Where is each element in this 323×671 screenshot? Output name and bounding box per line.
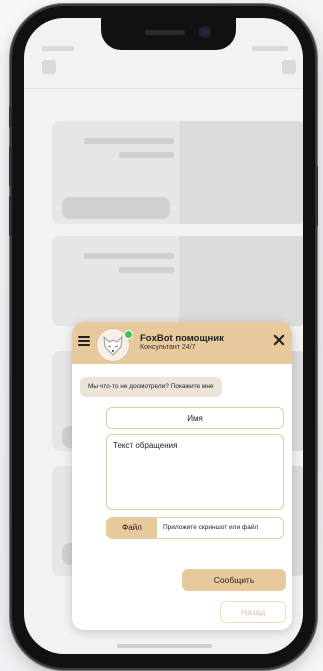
- file-hint: Приложите скриншот или файл: [163, 524, 259, 531]
- skeleton-card-1-button: [62, 197, 170, 219]
- skeleton-card-2-right: [179, 236, 303, 326]
- skeleton-divider: [24, 88, 303, 89]
- phone-side-button: [9, 106, 12, 128]
- phone-notch: [101, 18, 236, 50]
- home-indicator: [117, 644, 212, 648]
- bot-name: FoxBot помощник: [140, 333, 224, 344]
- phone-volume-up-button: [9, 146, 12, 186]
- name-input[interactable]: [106, 407, 284, 429]
- front-camera: [201, 28, 209, 36]
- skeleton-line-top-left: [42, 46, 74, 51]
- send-button[interactable]: Сообщить: [182, 569, 286, 591]
- bot-message-bubble: Мы что-то не досмотрели? Покажите мне: [80, 377, 222, 397]
- file-attach-control[interactable]: Файл Приложите скриншот или файл: [106, 517, 284, 539]
- file-button[interactable]: Файл: [107, 518, 157, 538]
- hamburger-icon[interactable]: [78, 336, 90, 346]
- speaker-grill: [145, 30, 185, 35]
- skeleton-card-2-line-2: [119, 267, 174, 273]
- bot-status: Консультант 24/7: [140, 344, 196, 351]
- skeleton-line-top-right: [252, 46, 288, 51]
- message-textarea[interactable]: [106, 434, 284, 510]
- online-status-dot: [124, 330, 133, 339]
- close-icon[interactable]: [272, 333, 286, 347]
- chat-header: FoxBot помощник Консультант 24/7: [72, 322, 292, 364]
- skeleton-square-right: [282, 60, 296, 74]
- chat-widget: FoxBot помощник Консультант 24/7 Мы что-…: [72, 322, 292, 630]
- phone-volume-down-button: [9, 196, 12, 236]
- skeleton-square-left: [42, 60, 56, 74]
- skeleton-card-2-line-1: [84, 253, 174, 259]
- skeleton-card-1-line-2: [119, 152, 174, 158]
- skeleton-card-2-left: [52, 236, 179, 326]
- phone-power-button: [315, 166, 318, 226]
- skeleton-card-1-line-1: [84, 138, 174, 144]
- back-button[interactable]: Назад: [220, 601, 286, 623]
- skeleton-card-1-right: [179, 121, 303, 224]
